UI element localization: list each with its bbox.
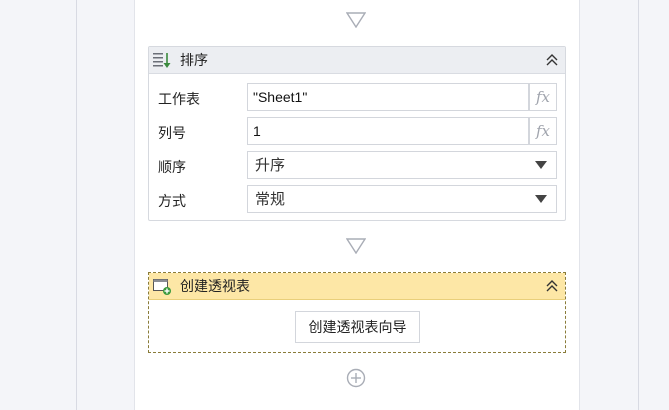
method-label: 方式 (158, 194, 186, 210)
sheet-expression-button[interactable]: fx (529, 83, 557, 111)
dropdown-caret-icon (535, 161, 547, 169)
column-label: 列号 (158, 126, 186, 142)
method-value: 常规 (255, 190, 286, 208)
pivot-activity-header[interactable]: 创建透视表 (149, 273, 565, 300)
double-chevron-up-icon[interactable] (545, 278, 559, 294)
add-activity-icon[interactable] (346, 368, 366, 388)
method-row: 方式 常规 (149, 185, 565, 213)
sheet-input[interactable]: "Sheet1" (247, 83, 529, 111)
connector-arrow-icon (346, 238, 366, 254)
double-chevron-up-icon[interactable] (545, 52, 559, 68)
right-guide-line (638, 0, 639, 410)
fx-icon: fx (535, 88, 550, 106)
sheet-label: 工作表 (158, 92, 200, 108)
sort-activity-header[interactable]: 排序 (149, 47, 565, 74)
fx-icon: fx (535, 122, 550, 140)
pivot-wizard-button[interactable]: 创建透视表向导 (295, 311, 420, 343)
order-value: 升序 (255, 156, 286, 174)
order-select[interactable]: 升序 (247, 151, 557, 179)
dropdown-caret-icon (535, 195, 547, 203)
column-expression-button[interactable]: fx (529, 117, 557, 145)
column-row: 列号 1 fx (149, 117, 565, 145)
order-label: 顺序 (158, 160, 186, 176)
sheet-row: 工作表 "Sheet1" fx (149, 83, 565, 111)
sort-activity-title: 排序 (180, 53, 208, 69)
connector-arrow-icon (346, 12, 366, 28)
left-guide-line (76, 0, 77, 410)
sort-list-icon (152, 50, 172, 70)
sort-activity[interactable]: 排序 工作表 "Sheet1" fx 列号 1 fx 顺序 升序 方式 常规 (148, 46, 566, 221)
method-select[interactable]: 常规 (247, 185, 557, 213)
column-input[interactable]: 1 (247, 117, 529, 145)
order-row: 顺序 升序 (149, 151, 565, 179)
pivot-table-add-icon (152, 276, 172, 296)
pivot-activity[interactable]: 创建透视表 创建透视表向导 (148, 272, 566, 353)
pivot-activity-title: 创建透视表 (180, 279, 250, 295)
